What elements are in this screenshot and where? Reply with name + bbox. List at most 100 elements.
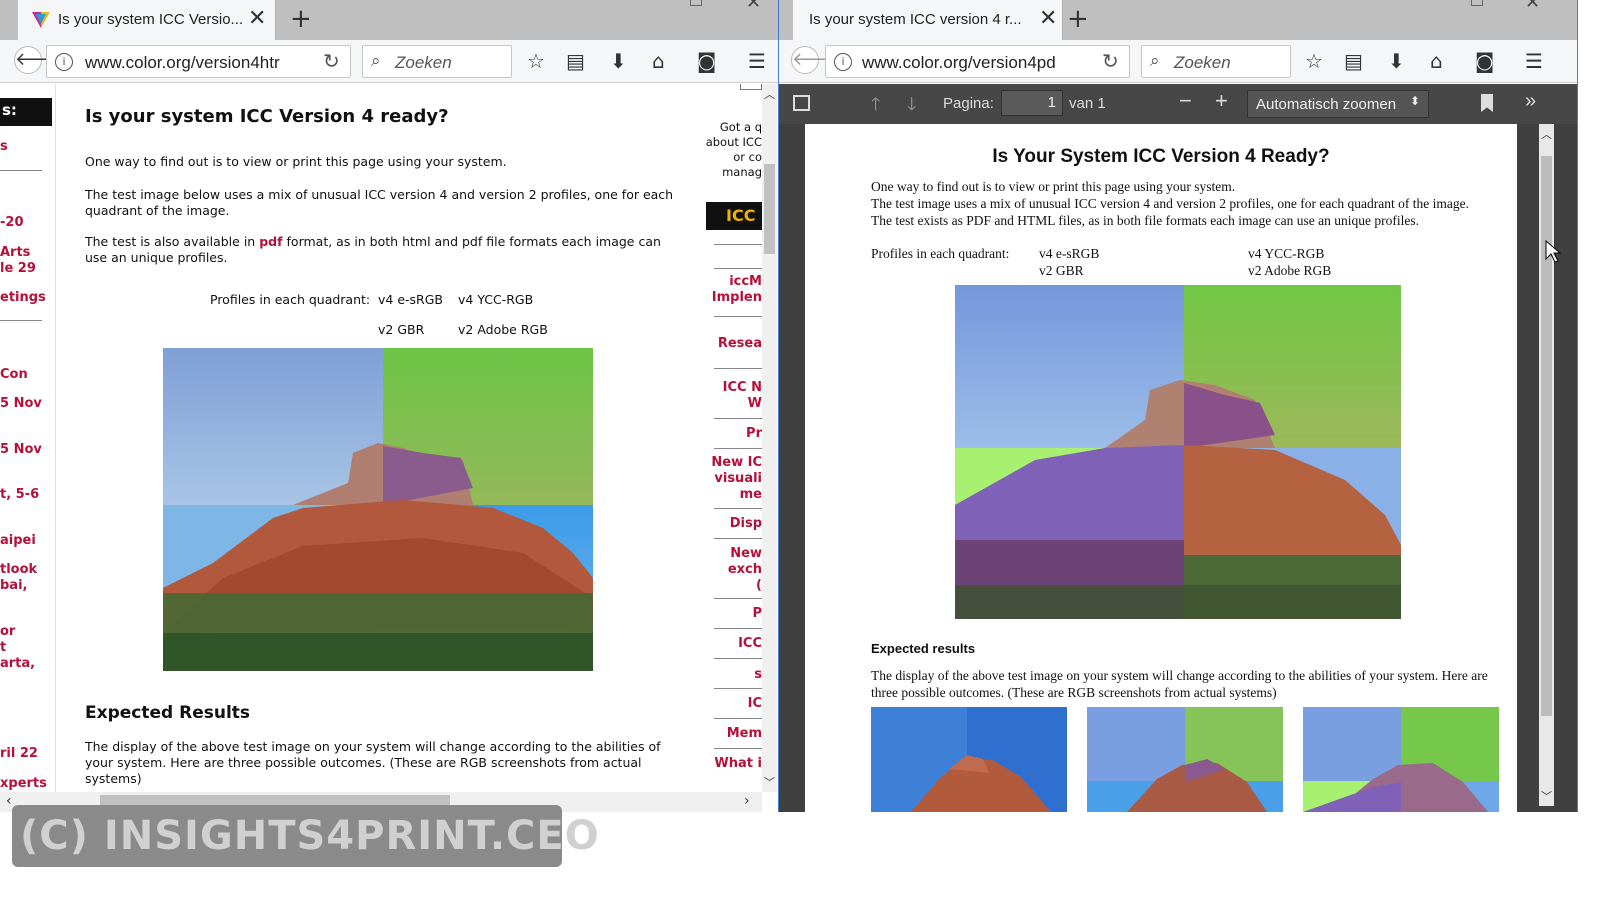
next-page-icon[interactable]: 🡓: [907, 92, 916, 122]
page-number-input[interactable]: 1: [1001, 90, 1063, 116]
download-icon[interactable]: ⬇: [610, 49, 627, 73]
quadrant-label: v4 e-sRGB: [378, 292, 443, 307]
side-link[interactable]: IC: [748, 696, 762, 712]
new-tab-button[interactable]: +: [1067, 4, 1089, 34]
side-link[interactable]: ICC N W: [723, 380, 762, 412]
sidebar-link[interactable]: aipei: [0, 533, 36, 549]
sidebar-link[interactable]: Arts le 29: [0, 245, 36, 277]
info-icon[interactable]: i: [834, 53, 852, 71]
sidebar-link[interactable]: etings: [0, 290, 46, 306]
menu-icon[interactable]: ☰: [1525, 49, 1543, 73]
contact-blurb: Got a q about ICC or co manag: [706, 120, 762, 179]
pdf-vertical-scrollbar[interactable]: ︿ ﹀: [1539, 124, 1554, 806]
sidebar-link[interactable]: tlook bai,: [0, 562, 37, 594]
home-icon[interactable]: ⌂: [652, 49, 665, 73]
pdf-page: Is Your System ICC Version 4 Ready? One …: [805, 124, 1517, 812]
bookmark-star-icon[interactable]: ☆: [527, 49, 545, 73]
scroll-up-icon[interactable]: ︿: [764, 86, 775, 102]
outcome-image-3: [1303, 707, 1499, 812]
pocket-icon[interactable]: ◙: [1475, 49, 1494, 73]
side-link[interactable]: New IC visuali me: [711, 455, 762, 503]
scroll-thumb[interactable]: [764, 164, 775, 254]
favicon-icon: [32, 12, 50, 28]
tab-bar: Is your system ICC Versio... ✕ + ✕: [0, 0, 778, 40]
left-sidebar: s: s -20 Arts le 29 etings Con 5 Nov 5 N…: [0, 84, 56, 792]
tab-title: Is your system ICC version 4 r...: [809, 11, 1022, 28]
previous-page-icon[interactable]: 🡑: [871, 92, 880, 122]
maximize-icon[interactable]: [690, 0, 702, 6]
side-link[interactable]: New exch (: [728, 546, 762, 594]
home-icon[interactable]: ⌂: [1430, 49, 1443, 73]
scroll-right-icon[interactable]: ›: [744, 793, 750, 809]
side-link[interactable]: ICC: [738, 636, 762, 652]
scroll-left-icon[interactable]: ‹: [6, 793, 12, 809]
window-close-icon[interactable]: ✕: [746, 0, 761, 13]
url-bar[interactable]: i www.color.org/version4htr ↻: [46, 45, 351, 78]
url-text[interactable]: www.color.org/version4htr: [85, 53, 285, 73]
side-link[interactable]: iccM Implen: [712, 274, 762, 306]
maximize-icon[interactable]: [1471, 0, 1483, 6]
reload-icon[interactable]: ↻: [1102, 49, 1119, 73]
sidebar-link[interactable]: ril 22: [0, 746, 38, 762]
nav-bar: 🡐 i www.color.org/version4htr ↻ ⌕ Zoeken…: [0, 40, 778, 83]
bookmark-star-icon[interactable]: ☆: [1305, 49, 1323, 73]
tab-active[interactable]: Is your system ICC Versio... ✕: [18, 0, 276, 40]
reload-icon[interactable]: ↻: [323, 49, 340, 73]
side-link[interactable]: P: [752, 606, 762, 622]
divider: [714, 368, 762, 369]
download-icon[interactable]: ⬇: [1388, 49, 1405, 73]
sidebar-link[interactable]: t, 5-6: [0, 487, 39, 503]
side-link[interactable]: Resea: [718, 336, 762, 352]
url-text[interactable]: www.color.org/version4pd: [862, 53, 1072, 73]
page-label: Pagina:: [943, 95, 994, 112]
window-close-icon[interactable]: ✕: [1525, 0, 1540, 13]
search-icon: ⌕: [371, 51, 381, 71]
divider: [714, 718, 762, 719]
side-link[interactable]: Disp: [730, 516, 762, 532]
side-link[interactable]: Mem: [727, 726, 762, 742]
sidebar-link[interactable]: 5 Nov: [0, 396, 42, 412]
close-tab-icon[interactable]: ✕: [1039, 6, 1057, 31]
side-link[interactable]: Pr: [746, 426, 762, 442]
intro-paragraph: One way to find out is to view or print …: [85, 154, 507, 169]
pdf-profiles-label: Profiles in each quadrant:: [871, 246, 1010, 261]
divider: [714, 448, 762, 449]
pdf-link[interactable]: pdf: [259, 234, 282, 249]
scroll-up-icon[interactable]: ︿: [1541, 126, 1552, 142]
tab-title: Is your system ICC Versio...: [58, 11, 244, 28]
new-tab-button[interactable]: +: [290, 4, 312, 34]
zoom-in-icon[interactable]: +: [1215, 88, 1228, 114]
side-link[interactable]: What i: [714, 756, 762, 772]
search-input[interactable]: ⌕ Zoeken: [362, 45, 512, 78]
side-link[interactable]: s: [754, 667, 762, 683]
reader-list-icon[interactable]: ▤: [1344, 49, 1363, 73]
back-button[interactable]: 🡐: [791, 46, 840, 74]
reader-list-icon[interactable]: ▤: [566, 49, 585, 73]
bookmark-icon[interactable]: [1481, 94, 1493, 112]
nav-bar: 🡐 i www.color.org/version4pd ↻ ⌕ Zoeken …: [779, 40, 1577, 83]
sidebar-link[interactable]: s: [0, 139, 8, 155]
zoom-out-icon[interactable]: −: [1179, 88, 1192, 114]
left-browser-window: Is your system ICC Versio... ✕ + ✕ 🡐 i w…: [0, 0, 778, 812]
search-input[interactable]: ⌕ Zoeken: [1141, 45, 1291, 78]
sidebar-link[interactable]: xperts: [0, 776, 47, 792]
url-bar[interactable]: i www.color.org/version4pd ↻: [825, 45, 1130, 78]
back-button[interactable]: 🡐: [14, 46, 63, 74]
pdf-paragraph: The test exists as PDF and HTML files, a…: [871, 213, 1419, 228]
vertical-scrollbar[interactable]: ︿ ﹀: [762, 84, 777, 792]
tab-active[interactable]: Is your system ICC version 4 r... ✕: [793, 0, 1063, 40]
sidebar-link[interactable]: 5 Nov: [0, 442, 42, 458]
scroll-down-icon[interactable]: ﹀: [764, 774, 775, 790]
sidebar-link[interactable]: or t arta,: [0, 624, 35, 672]
expected-results-heading: Expected Results: [85, 703, 251, 723]
sidebar-link[interactable]: Con: [0, 367, 28, 383]
close-tab-icon[interactable]: ✕: [248, 6, 266, 31]
sidebar-toggle-icon[interactable]: [793, 95, 810, 111]
tools-chevron-icon[interactable]: »: [1525, 90, 1536, 113]
sidebar-link[interactable]: -20: [0, 215, 24, 231]
scroll-down-icon[interactable]: ﹀: [1541, 788, 1552, 804]
zoom-select[interactable]: Automatisch zoomen ⬍: [1247, 90, 1429, 118]
menu-icon[interactable]: ☰: [748, 49, 766, 73]
pocket-icon[interactable]: ◙: [697, 49, 716, 73]
info-icon[interactable]: i: [55, 53, 73, 71]
